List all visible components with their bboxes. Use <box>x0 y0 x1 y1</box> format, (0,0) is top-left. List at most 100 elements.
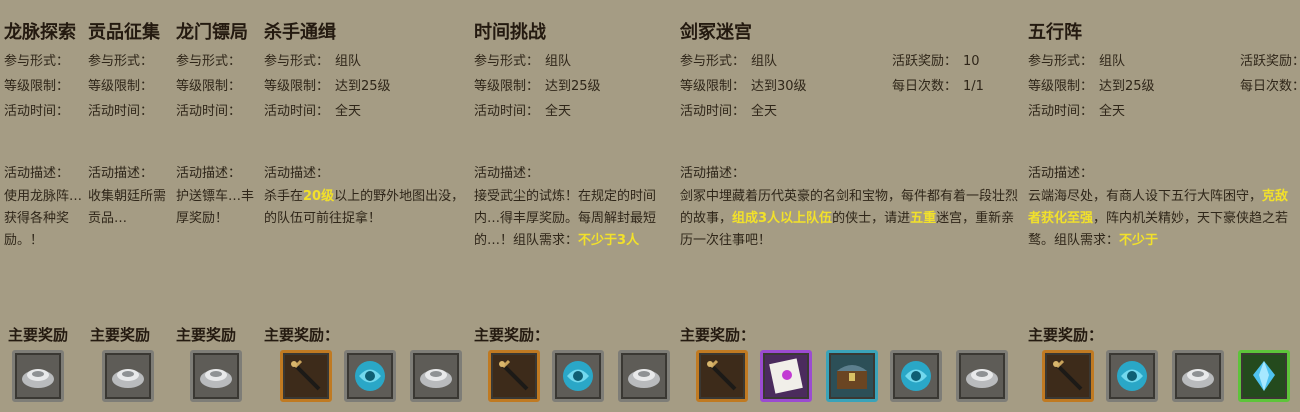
info-label: 等级限制： <box>176 79 242 94</box>
description-text: 收集朝廷所需贡品… <box>88 189 167 226</box>
blue-crystal-icon[interactable] <box>1238 350 1290 402</box>
description-text: 的侠士，请进 <box>832 211 911 226</box>
description-text: 云端海尽处，有商人设下五行大阵困守， <box>1028 189 1263 204</box>
info-label: 等级限制： <box>474 79 540 94</box>
activity-description: 收集朝廷所需贡品… <box>88 186 172 230</box>
activity-info-row: 活动时间： 全天 <box>1028 100 1125 119</box>
treasure-chest-icon[interactable] <box>826 350 878 402</box>
activity-title: 五行阵 <box>1028 22 1082 43</box>
description-text: ，阵内机关精妙， <box>1093 211 1198 226</box>
info-value: 达到25级 <box>1099 79 1155 94</box>
info-value: 组队 <box>545 54 572 69</box>
blue-orb-icon[interactable] <box>1106 350 1158 402</box>
activity-description: 接受武尘的试炼！在规定的时间内…得丰厚奖励。每周解封最短的…！组队需求：不少于3… <box>474 186 674 252</box>
blue-orb-icon[interactable] <box>344 350 396 402</box>
silver-ingot-icon[interactable] <box>410 350 462 402</box>
info-value: 达到25级 <box>335 79 391 94</box>
info-label: 活动时间： <box>264 104 330 119</box>
info-label: 等级限制： <box>88 79 154 94</box>
activity-info-row: 等级限制： <box>88 75 159 94</box>
activity-info-row: 活动时间： 全天 <box>680 100 777 119</box>
description-text: 的队伍可前往捉拿！ <box>264 211 382 226</box>
activity-info-row-secondary: 活跃奖励： 10 <box>892 50 980 69</box>
sword-icon[interactable] <box>696 350 748 402</box>
info-label: 参与形式： <box>680 54 746 69</box>
activity-description: 护送镖车…丰厚奖励！ <box>176 186 262 230</box>
sword-icon[interactable] <box>488 350 540 402</box>
info-value: 全天 <box>335 104 362 119</box>
reward-label: 主要奖励 <box>176 326 237 344</box>
info-label: 活动时间： <box>680 104 746 119</box>
activity-info-row: 活动时间： <box>4 100 75 119</box>
info-label: 参与形式： <box>176 54 242 69</box>
silver-ingot-icon[interactable] <box>618 350 670 402</box>
activity-title: 剑冢迷宫 <box>680 22 752 43</box>
activity-panel: 龙门镖局 参与形式： 等级限制： 活动时间： 活动描述： 护送镖车…丰厚奖励！ 主要奖励 <box>176 0 262 412</box>
activity-info-row: 参与形式： <box>176 50 247 69</box>
activity-title: 杀手通缉 <box>264 22 336 43</box>
info-value: 组队 <box>335 54 362 69</box>
reward-label: 主要奖励： <box>1028 326 1104 344</box>
activity-info-row: 活动时间： <box>88 100 159 119</box>
silver-ingot-icon[interactable] <box>102 350 154 402</box>
activity-info-row: 等级限制： 达到30级 <box>680 75 807 94</box>
description-label: 活动描述： <box>264 166 330 181</box>
activity-info-row: 参与形式： <box>88 50 159 69</box>
silver-ingot-icon[interactable] <box>190 350 242 402</box>
silver-ingot-icon[interactable] <box>956 350 1008 402</box>
activity-description: 使用龙脉阵…获得各种奖励。！ <box>4 186 88 252</box>
reward-label: 主要奖励 <box>90 326 151 344</box>
description-highlight: 不少于3人 <box>578 233 640 248</box>
activity-description: 云端海尽处，有商人设下五行大阵困守，克敌者获化至强，阵内机关精妙，天下豪侠趋之若… <box>1028 186 1300 252</box>
activity-info-row: 参与形式： 组队 <box>264 50 361 69</box>
info-value: 组队 <box>1099 54 1126 69</box>
activity-description: 杀手在20级以上的野外地图出没， 的队伍可前往捉拿！ <box>264 186 470 230</box>
info-label: 活动时间： <box>88 104 154 119</box>
activity-panel: 杀手通缉参与形式： 组队等级限制： 达到25级活动时间： 全天活动描述： 杀手在20级以… <box>264 0 470 412</box>
description-text: ！ <box>30 233 44 248</box>
activity-info-row: 等级限制： 达到25级 <box>474 75 601 94</box>
info-value: 组队 <box>751 54 778 69</box>
info-label: 参与形式： <box>4 54 70 69</box>
activity-panel: 贡品征集 参与形式： 等级限制： 活动时间： 活动描述： 收集朝廷所需贡品… 主要奖励 <box>88 0 172 412</box>
info-label: 活动时间： <box>176 104 242 119</box>
info-value: 达到30级 <box>751 79 807 94</box>
description-highlight: 组成3人以上队伍 <box>732 211 833 226</box>
info-value: 10 <box>963 54 980 69</box>
activity-info-row: 参与形式： 组队 <box>680 50 777 69</box>
description-label: 活动描述： <box>680 166 746 181</box>
info-label: 活动时间： <box>4 104 70 119</box>
blue-orb-icon[interactable] <box>890 350 942 402</box>
silver-ingot-icon[interactable] <box>12 350 64 402</box>
activity-description: 剑冢中埋藏着历代英豪的名剑和宝物，每件都有着一段壮烈的故事，组成3人以上队伍的侠… <box>680 186 1020 252</box>
scroll-book-icon[interactable] <box>760 350 812 402</box>
activity-info-row: 等级限制： 达到25级 <box>264 75 391 94</box>
info-label: 参与形式： <box>88 54 154 69</box>
description-text: 剑冢中埋藏着历代英豪的名剑和宝物，每件都有着一 <box>680 189 980 204</box>
info-label: 等级限制： <box>680 79 746 94</box>
sword-icon[interactable] <box>1042 350 1094 402</box>
sword-icon[interactable] <box>280 350 332 402</box>
activity-info-row: 参与形式： 组队 <box>474 50 571 69</box>
info-label: 每日次数： <box>1240 79 1300 94</box>
activity-info-row: 活动时间： 全天 <box>474 100 571 119</box>
info-value: 达到25级 <box>545 79 601 94</box>
blue-orb-icon[interactable] <box>552 350 604 402</box>
description-label: 活动描述： <box>474 166 540 181</box>
description-text: ！组队需求： <box>500 233 579 248</box>
activity-info-row: 活动时间： <box>176 100 247 119</box>
description-label: 活动描述： <box>4 166 70 181</box>
activity-info-row: 活动时间： 全天 <box>264 100 361 119</box>
description-text: 杀手在 <box>264 189 304 204</box>
info-value: 1/1 <box>963 79 984 94</box>
description-highlight: 20级 <box>303 189 335 204</box>
info-label: 等级限制： <box>1028 79 1094 94</box>
info-label: 参与形式： <box>474 54 540 69</box>
reward-label: 主要奖励： <box>680 326 756 344</box>
silver-ingot-icon[interactable] <box>1172 350 1224 402</box>
description-highlight: 五重 <box>910 211 937 226</box>
info-value: 全天 <box>545 104 572 119</box>
info-label: 活动时间： <box>474 104 540 119</box>
activity-info-row: 参与形式： 组队 <box>1028 50 1125 69</box>
activity-title: 龙门镖局 <box>176 22 248 43</box>
